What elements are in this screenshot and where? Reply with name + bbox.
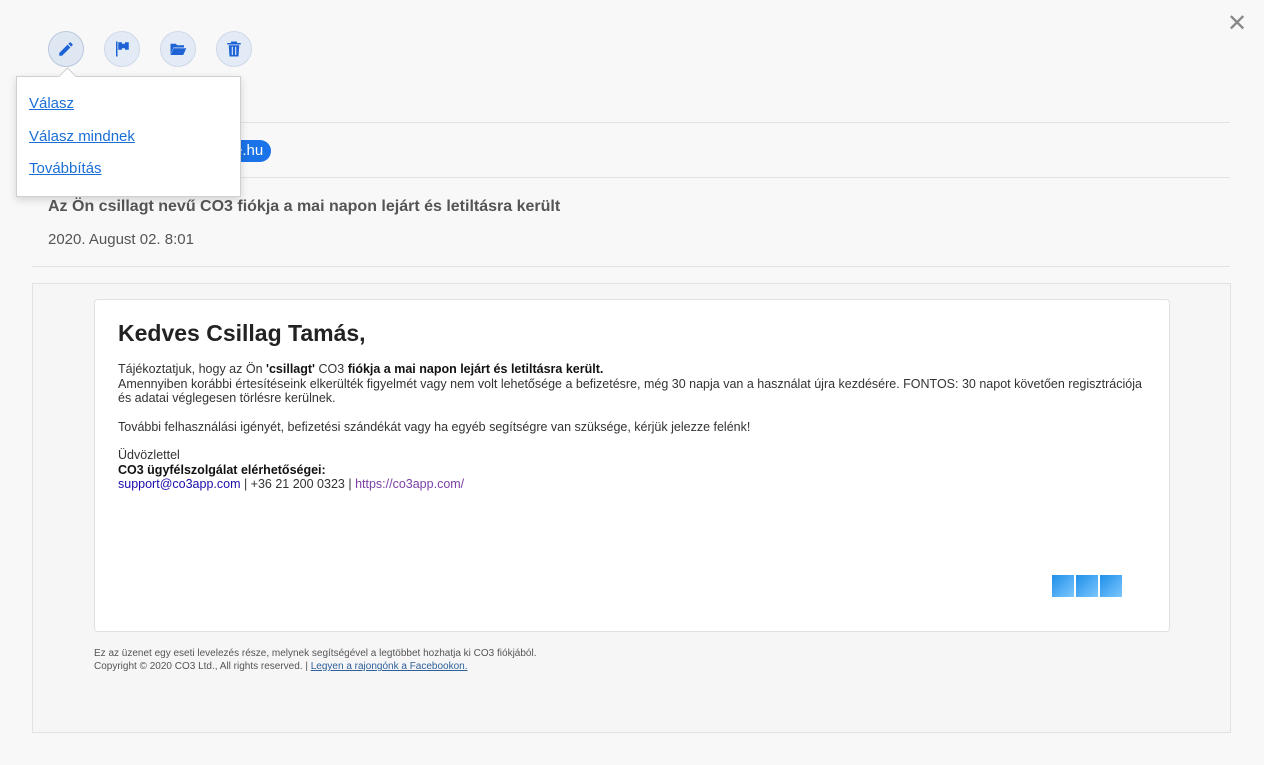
account-status-bold: fiókja a mai napon lejárt és letiltásra … xyxy=(347,362,604,376)
email-paragraph-1: Tájékoztatjuk, hogy az Ön 'csillagt' CO3… xyxy=(118,362,1148,406)
email-paragraph-2: További felhasználási igényét, befizetés… xyxy=(118,419,751,434)
message-date: 2020. August 02. 8:01 xyxy=(48,231,194,248)
close-icon[interactable]: ✕ xyxy=(1224,10,1250,36)
footer-line-2: Copyright © 2020 CO3 Ltd., All rights re… xyxy=(94,660,536,673)
folder-open-icon xyxy=(170,43,187,55)
email-body-text: Tájékoztatjuk, hogy az Ön 'csillagt' CO3… xyxy=(118,362,1148,506)
trash-icon xyxy=(227,41,241,57)
message-body-frame: Kedves Csillag Tamás, Tájékoztatjuk, hog… xyxy=(32,283,1231,733)
contact-title: CO3 ügyfélszolgálat elérhetőségei: xyxy=(118,462,326,477)
text-span: Amennyiben korábbi értesítéseink elkerül… xyxy=(118,376,1142,406)
username-bold: 'csillagt' xyxy=(266,362,316,376)
footer-line-1: Ez az üzenet egy eseti levelezés része, … xyxy=(94,648,537,659)
message-modal: ✕ e.hu Az Ön csillagt nevű CO3 fiókja a … xyxy=(0,0,1264,765)
website-link[interactable]: https://co3app.com/ xyxy=(355,477,464,491)
flag-icon xyxy=(116,41,129,57)
signoff-text: Üdvözlettel xyxy=(118,448,180,462)
email-greeting: Kedves Csillag Tamás, xyxy=(118,320,366,346)
menu-item-reply[interactable]: Válasz xyxy=(29,94,240,114)
facebook-link[interactable]: Legyen a rajongónk a Facebookon. xyxy=(311,661,468,672)
logo-block xyxy=(1100,575,1122,597)
message-toolbar xyxy=(48,31,252,67)
flag-button[interactable] xyxy=(104,31,140,67)
email-signature: Üdvözlettel CO3 ügyfélszolgálat elérhető… xyxy=(118,448,1148,492)
move-folder-button[interactable] xyxy=(160,31,196,67)
reply-dropdown-menu: Válasz Válasz mindnek Továbbítás xyxy=(16,76,241,197)
support-email-link[interactable]: support@co3app.com xyxy=(118,477,240,491)
co3-logo xyxy=(1052,575,1126,599)
text-span: Tájékoztatjuk, hogy az Ön xyxy=(118,362,266,376)
email-footer: Ez az üzenet egy eseti levelezés része, … xyxy=(94,647,536,673)
email-content-card: Kedves Csillag Tamás, Tájékoztatjuk, hog… xyxy=(94,299,1170,632)
pencil-icon xyxy=(59,42,73,56)
reply-button[interactable] xyxy=(48,31,84,67)
logo-block xyxy=(1052,575,1074,597)
divider xyxy=(32,266,1230,267)
logo-block xyxy=(1076,575,1098,597)
copyright-text: Copyright © 2020 CO3 Ltd., All rights re… xyxy=(94,661,311,672)
message-subject: Az Ön csillagt nevű CO3 fiókja a mai nap… xyxy=(48,198,561,215)
text-span: CO3 xyxy=(315,362,348,376)
menu-item-forward[interactable]: Továbbítás xyxy=(29,159,240,179)
phone-text: | +36 21 200 0323 | xyxy=(240,477,356,491)
delete-button[interactable] xyxy=(216,31,252,67)
menu-item-reply-all[interactable]: Válasz mindnek xyxy=(29,127,240,147)
